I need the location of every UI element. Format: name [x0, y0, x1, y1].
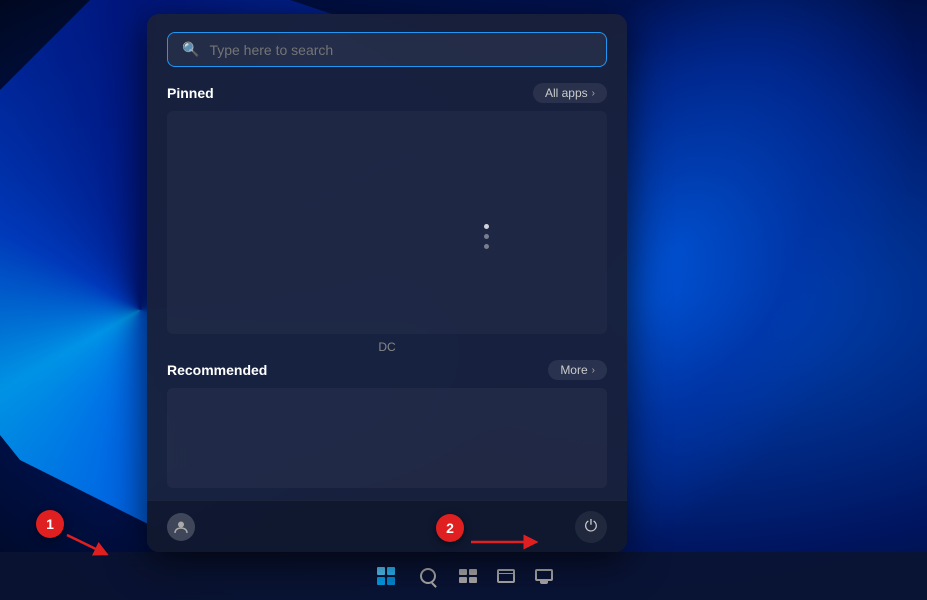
- browser-icon: [497, 569, 515, 583]
- recommended-apps-grid: [167, 388, 607, 488]
- win-pane-d: [469, 577, 477, 583]
- more-label: More: [560, 363, 587, 377]
- recommended-label: Recommended: [167, 362, 267, 378]
- start-menu-bottom-bar: ⏻: [147, 500, 627, 552]
- chevron-right-icon: ›: [592, 88, 595, 99]
- recommended-header: Recommended More ›: [167, 360, 607, 380]
- win-pane-c: [459, 577, 467, 583]
- chevron-right-icon-2: ›: [592, 365, 595, 376]
- user-avatar: [167, 513, 195, 541]
- pinned-apps-grid: [167, 111, 607, 334]
- search-circle-icon: [420, 568, 436, 584]
- browser-button[interactable]: [488, 558, 524, 594]
- search-icon: 🔍: [182, 41, 199, 58]
- user-section[interactable]: [167, 513, 195, 541]
- win-pane-2: [387, 567, 395, 575]
- taskbar-search-button[interactable]: [408, 556, 448, 596]
- multiwindow-icon: [459, 569, 477, 583]
- taskbar: [0, 552, 927, 600]
- all-apps-label: All apps: [545, 86, 588, 100]
- more-button[interactable]: More ›: [548, 360, 607, 380]
- all-apps-button[interactable]: All apps ›: [533, 83, 607, 103]
- arrow-1: [62, 530, 112, 560]
- win-pane-3: [377, 577, 385, 585]
- search-input[interactable]: [209, 42, 592, 58]
- monitor-stand: [540, 581, 548, 584]
- win-pane-4: [387, 577, 395, 585]
- annotation-2: 2: [436, 514, 464, 542]
- pinned-label: Pinned: [167, 85, 214, 101]
- search-bar[interactable]: 🔍: [167, 32, 607, 67]
- recommended-section: Recommended More ›: [147, 360, 627, 500]
- power-button[interactable]: ⏻: [575, 511, 607, 543]
- scroll-indicator: [484, 224, 489, 249]
- task-view-button[interactable]: [450, 558, 486, 594]
- scroll-dot-3: [484, 244, 489, 249]
- annotation-1: 1: [36, 510, 64, 538]
- monitor-button[interactable]: [526, 558, 562, 594]
- taskbar-items: [366, 556, 562, 596]
- monitor-screen: [535, 569, 553, 581]
- start-button[interactable]: [366, 556, 406, 596]
- win-pane-a: [459, 569, 467, 575]
- win-pane-1: [377, 567, 385, 575]
- monitor-icon: [535, 569, 553, 584]
- windows-logo-icon: [377, 567, 395, 585]
- dc-label: DC: [147, 334, 627, 360]
- scroll-dot-1: [484, 224, 489, 229]
- win-pane-b: [469, 569, 477, 575]
- power-icon: ⏻: [585, 518, 598, 536]
- pinned-section-header: Pinned All apps ›: [147, 79, 627, 111]
- start-menu: 🔍 Pinned All apps › DC Recommended More …: [147, 14, 627, 552]
- scroll-dot-2: [484, 234, 489, 239]
- arrow-2: [466, 532, 546, 552]
